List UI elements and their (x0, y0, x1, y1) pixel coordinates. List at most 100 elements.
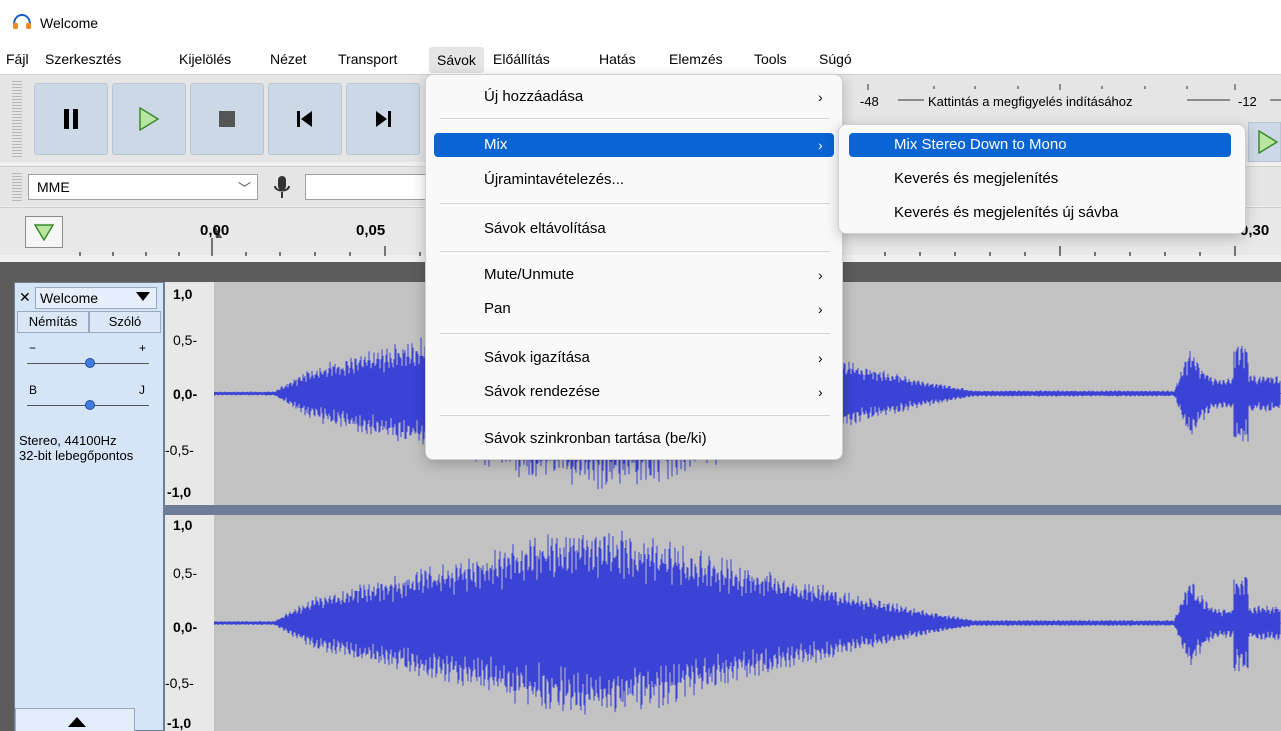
chevron-right-icon: › (818, 267, 823, 283)
vertical-ruler-right: 1,0 0,5- 0,0- -0,5- -1,0 (164, 515, 214, 731)
menu-item-add-new[interactable]: Új hozzáadása › (434, 85, 834, 109)
meter-hint: Kattintás a megfigyelés indításához (928, 94, 1133, 109)
menu-file[interactable]: Fájl (6, 51, 29, 71)
vertical-ruler-left: 1,0 0,5- 0,0- -0,5- -1,0 (164, 282, 214, 505)
chevron-down-icon: ﹀ (237, 181, 251, 196)
chevron-right-icon: › (818, 301, 823, 317)
menu-generate[interactable]: Előállítás (493, 51, 550, 71)
menu-effect[interactable]: Hatás (599, 51, 636, 71)
menu-transport[interactable]: Transport (338, 51, 397, 71)
stop-icon (219, 111, 235, 127)
audacity-window: Welcome Fájl Szerkesztés Kijelölés Nézet… (0, 0, 1281, 731)
menu-tracks[interactable]: Sávok (429, 47, 484, 73)
menu-analyze[interactable]: Elemzés (669, 51, 723, 71)
menu-item-label: Mute/Unmute (484, 266, 575, 283)
pan-slider[interactable] (85, 400, 95, 410)
menu-item-label: Keverés és megjelenítés (894, 170, 1059, 187)
menu-item-label: Új hozzáadása (484, 88, 584, 105)
vruler-label: -0,5- (165, 442, 194, 458)
collapse-track-button[interactable] (15, 708, 135, 731)
tracks-menu: Új hozzáadása › Mix › Újramintavételezés… (425, 74, 843, 460)
menu-item-label: Sávok szinkronban tartása (be/ki) (484, 430, 707, 447)
menu-item-mix-and-render[interactable]: Keverés és megjelenítés (849, 167, 1231, 191)
toolbar-grip[interactable] (12, 81, 22, 157)
vruler-label: -1,0 (167, 484, 192, 500)
track-info: Stereo, 44100Hz 32-bit lebegőpontos (19, 433, 133, 463)
menu-item-pan[interactable]: Pan › (434, 297, 834, 321)
waveform-right-channel[interactable] (213, 515, 1281, 731)
menu-view[interactable]: Nézet (270, 51, 307, 71)
title-bar: Welcome (0, 0, 1281, 44)
waveform (213, 530, 1281, 715)
audio-host-value: MME (37, 179, 70, 195)
menu-item-mix-stereo-to-mono[interactable]: Mix Stereo Down to Mono (849, 133, 1231, 157)
menu-item-resample[interactable]: Újramintavételezés... (434, 168, 834, 192)
menu-help[interactable]: Súgó (819, 51, 852, 71)
menu-item-sort-tracks[interactable]: Sávok rendezése › (434, 380, 834, 404)
gain-slider[interactable] (85, 358, 95, 368)
vruler-label: -1,0 (167, 715, 192, 731)
waveform-path (213, 530, 1281, 715)
stop-button[interactable] (190, 83, 264, 155)
menu-separator (440, 251, 830, 252)
menu-tools[interactable]: Tools (754, 51, 787, 71)
vruler-label: 0,0- (173, 619, 198, 635)
channel-separator[interactable] (164, 505, 1281, 515)
play-button[interactable] (112, 83, 186, 155)
meter-label-left: -48 (860, 94, 879, 109)
solo-button[interactable]: Szóló (89, 311, 161, 333)
vruler-label: 1,0 (173, 286, 193, 302)
recording-device-select[interactable] (305, 174, 440, 200)
menu-bar: Fájl Szerkesztés Kijelölés Nézet Transpo… (0, 44, 1281, 74)
menu-item-mute-unmute[interactable]: Mute/Unmute › (434, 263, 834, 287)
menu-item-label: Újramintavételezés... (484, 171, 625, 188)
gain-minus-label: − (29, 341, 37, 355)
track-sample-format: 32-bit lebegőpontos (19, 448, 134, 463)
chevron-right-icon: › (818, 137, 823, 153)
vruler-label: 0,5- (173, 332, 198, 348)
vruler-label: 1,0 (173, 517, 193, 533)
menu-separator (440, 203, 830, 204)
pause-icon (64, 109, 78, 129)
triangle-up-icon (68, 717, 86, 727)
pan-left-label: B (29, 383, 38, 397)
track-control-panel[interactable]: ✕ Welcome Némítás Szóló − + B J Stereo, … (14, 282, 164, 731)
chevron-right-icon: › (818, 350, 823, 366)
mute-button[interactable]: Némítás (17, 311, 89, 333)
toolbar-grip[interactable] (12, 173, 22, 201)
menu-item-mix[interactable]: Mix › (434, 133, 834, 157)
menu-item-remove-tracks[interactable]: Sávok eltávolítása (434, 217, 834, 241)
menu-item-mix-and-render-new-track[interactable]: Keverés és megjelenítés új sávba (849, 201, 1231, 225)
menu-item-label: Sávok igazítása (484, 349, 590, 366)
menu-item-label: Pan (484, 300, 511, 317)
timeline-options-button[interactable] (25, 216, 63, 248)
chevron-right-icon: › (818, 384, 823, 400)
ruler-label: 0,05 (356, 222, 386, 239)
vruler-label: -0,5- (165, 675, 194, 691)
skip-to-start-button[interactable] (268, 83, 342, 155)
skip-end-icon (376, 111, 391, 127)
ruler-label: 0,00 (200, 222, 230, 239)
play-icon (139, 107, 160, 131)
mix-submenu: Mix Stereo Down to Mono Keverés és megje… (838, 124, 1246, 234)
track-menu-button[interactable]: Welcome (35, 287, 157, 309)
menu-select[interactable]: Kijelölés (179, 51, 231, 71)
track-format: Stereo, 44100Hz (19, 433, 117, 448)
close-icon[interactable]: ✕ (19, 289, 35, 307)
menu-item-sync-lock[interactable]: Sávok szinkronban tartása (be/ki) (434, 427, 834, 451)
menu-item-label: Sávok eltávolítása (484, 220, 606, 237)
skip-start-icon (297, 111, 312, 127)
pause-button[interactable] (34, 83, 108, 155)
headphones-icon (13, 14, 31, 29)
audio-host-select[interactable]: MME ﹀ (28, 174, 258, 200)
play-at-speed-button[interactable] (1248, 122, 1281, 162)
menu-item-align-tracks[interactable]: Sávok igazítása › (434, 346, 834, 370)
recording-meter[interactable]: -48 Kattintás a megfigyelés indításához … (840, 80, 1281, 120)
skip-to-end-button[interactable] (346, 83, 420, 155)
triangle-down-icon (136, 292, 150, 301)
menu-separator (440, 118, 830, 119)
triangle-down-icon (34, 224, 54, 241)
menu-edit[interactable]: Szerkesztés (45, 51, 121, 71)
meter-label-right: -12 (1238, 94, 1257, 109)
menu-item-label: Keverés és megjelenítés új sávba (894, 204, 1119, 221)
